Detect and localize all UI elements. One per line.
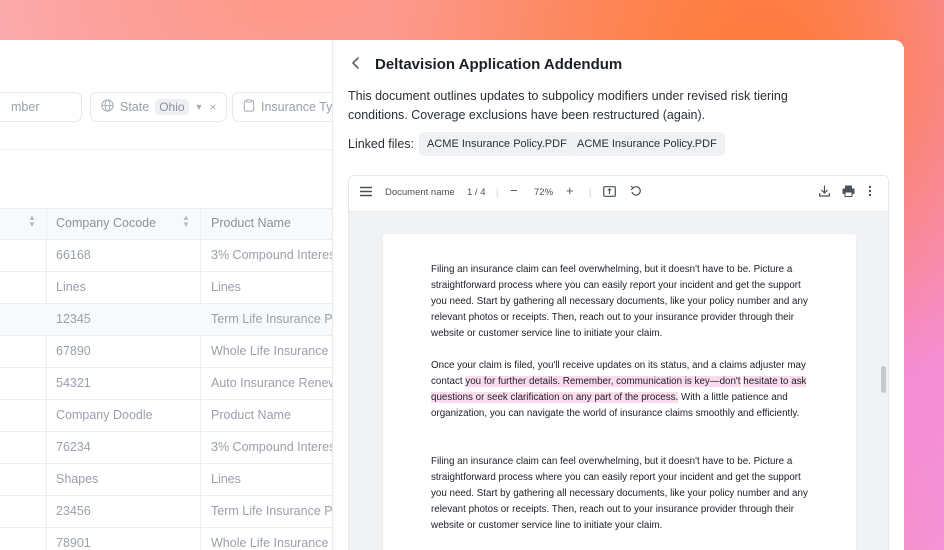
more-options-icon[interactable] (868, 185, 872, 200)
cell-cocode: 66168 (56, 248, 91, 262)
linked-file-chip[interactable]: ACME Insurance Policy.PDF (419, 132, 575, 156)
cell-product: Term Life Insurance Po (211, 312, 332, 326)
state-filter-value: Ohio (155, 99, 189, 115)
zoom-out-icon[interactable]: − (510, 183, 518, 198)
zoom-in-icon[interactable]: + (566, 183, 574, 198)
document-paragraph: Once your claim is filed, you'll receive… (431, 358, 811, 422)
chevron-left-icon[interactable] (351, 56, 361, 75)
sort-icon[interactable]: ▲ ▼ (182, 214, 190, 229)
print-icon[interactable] (842, 185, 855, 200)
globe-icon (101, 99, 114, 115)
fit-page-icon[interactable] (603, 185, 616, 200)
table-view: mber State Ohio ▼ × Insurance Typ ▲ ▼ Com… (0, 40, 332, 550)
document-paragraph: Filing an insurance claim can feel overw… (431, 264, 808, 339)
insurance-type-filter-chip[interactable]: Insurance Typ (232, 92, 332, 122)
table-row[interactable]: Shapes Lines (0, 464, 332, 496)
table-row[interactable]: 23456 Term Life Insurance Po (0, 496, 332, 528)
divider (0, 149, 332, 150)
cell-product: Term Life Insurance Po (211, 504, 332, 518)
number-filter-input[interactable]: mber (0, 92, 82, 122)
highlighted-text[interactable]: you for further details. Remember, commu… (465, 376, 741, 387)
table-row[interactable]: Company Doodle Product Name (0, 400, 332, 432)
cell-cocode: Shapes (56, 472, 99, 486)
number-filter-placeholder: mber (11, 100, 40, 114)
clipboard-icon (243, 99, 255, 115)
cell-cocode: 23456 (56, 504, 91, 518)
table-row[interactable]: 12345 Term Life Insurance Po (0, 304, 332, 336)
cell-cocode: 78901 (56, 536, 91, 550)
table-row[interactable]: 66168 3% Compound Interest (0, 240, 332, 272)
pdf-toolbar: Document name 1 / 4 | − 72% + | (349, 176, 888, 212)
cell-cocode: 76234 (56, 440, 91, 454)
panel-description: This document outlines updates to subpol… (348, 89, 788, 122)
linked-file-chip[interactable]: ACME Insurance Policy.PDF (569, 132, 725, 156)
table-row[interactable]: 76234 3% Compound Interest (0, 432, 332, 464)
cell-product: Lines (211, 280, 241, 294)
menu-icon[interactable] (360, 185, 372, 200)
cell-cocode: Lines (56, 280, 86, 294)
table-row[interactable]: 78901 Whole Life Insurance P (0, 528, 332, 550)
cell-cocode: 54321 (56, 376, 91, 390)
document-name: Document name (385, 187, 455, 198)
panel-title: Deltavision Application Addendum (375, 56, 623, 73)
cell-product: Auto Insurance Renewa (211, 376, 332, 390)
state-filter-chip[interactable]: State Ohio ▼ × (90, 92, 228, 122)
rotate-icon[interactable] (630, 185, 642, 200)
column-header-product-name[interactable]: Product Name (211, 216, 291, 230)
toolbar-separator: | (496, 187, 499, 198)
cell-cocode: Company Doodle (56, 408, 153, 422)
pdf-viewer: Document name 1 / 4 | − 72% + | Filing a… (348, 175, 889, 550)
sort-icon[interactable]: ▲ ▼ (28, 214, 36, 229)
insurance-type-filter-label: Insurance Typ (261, 100, 332, 114)
cell-cocode: 67890 (56, 344, 91, 358)
cell-product: 3% Compound Interest (211, 248, 332, 262)
table-row[interactable]: 54321 Auto Insurance Renewa (0, 368, 332, 400)
column-header-company-cocode[interactable]: Company Cocode (56, 216, 156, 230)
table-row[interactable]: Lines Lines (0, 272, 332, 304)
chevron-down-icon[interactable]: ▼ (195, 102, 204, 112)
cell-product: Product Name (211, 408, 291, 422)
download-icon[interactable] (819, 185, 830, 200)
document-paragraph: Filing an insurance claim can feel overw… (431, 456, 808, 531)
cell-product: Lines (211, 472, 241, 486)
zoom-level: 72% (534, 187, 554, 198)
cell-product: Whole Life Insurance P (211, 536, 332, 550)
pdf-page: Filing an insurance claim can feel overw… (383, 234, 856, 550)
linked-files-label: Linked files: (348, 137, 415, 151)
page-indicator: 1 / 4 (467, 187, 486, 198)
cell-product: 3% Compound Interest (211, 440, 332, 454)
cell-product: Whole Life Insurance P (211, 344, 332, 358)
close-icon[interactable]: × (209, 100, 216, 114)
cell-cocode: 12345 (56, 312, 91, 326)
table-row[interactable]: 67890 Whole Life Insurance P (0, 336, 332, 368)
state-filter-label: State (120, 100, 150, 114)
detail-panel: Deltavision Application Addendum This do… (332, 40, 904, 550)
toolbar-separator: | (589, 187, 592, 198)
scrollbar-thumb[interactable] (881, 366, 886, 393)
